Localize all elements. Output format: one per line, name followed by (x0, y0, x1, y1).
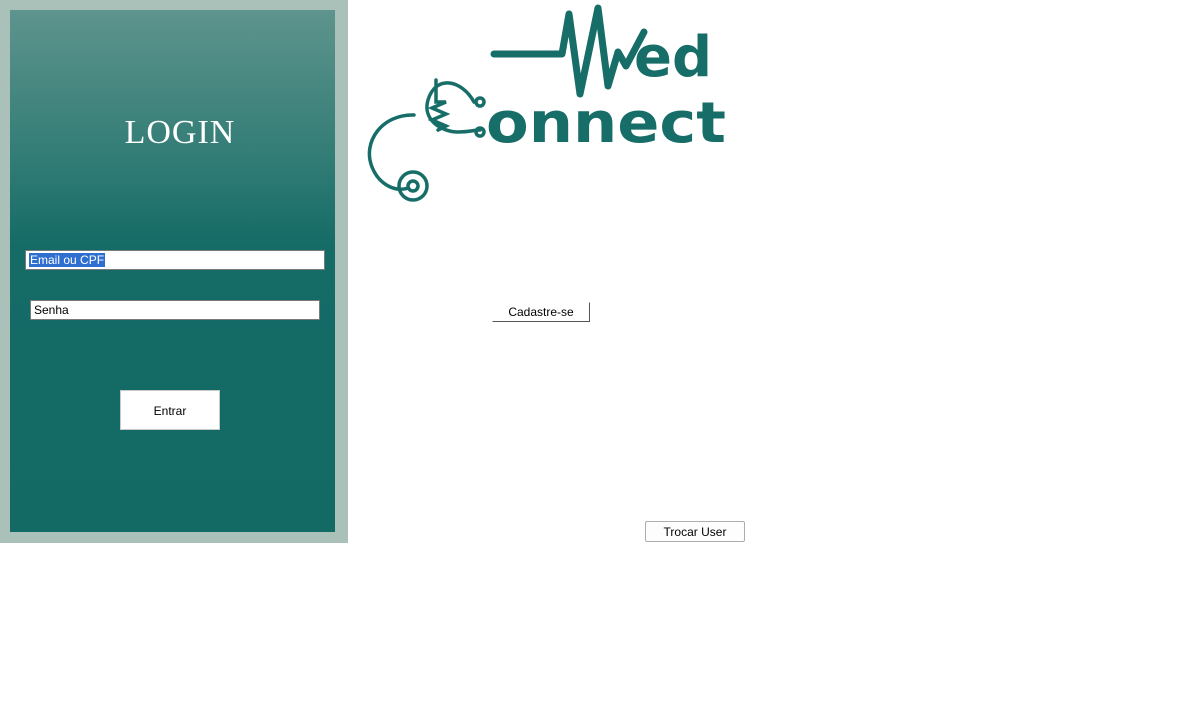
stethoscope-icon (367, 78, 486, 202)
login-button[interactable]: Entrar (120, 390, 220, 430)
logo-line2: onnect (486, 91, 726, 156)
password-field-value: Senha (34, 303, 69, 317)
login-panel-frame: LOGIN (0, 0, 348, 543)
register-button[interactable]: Cadastre-se (492, 302, 590, 322)
login-panel: LOGIN (10, 10, 335, 532)
switch-user-button[interactable]: Trocar User (645, 521, 745, 542)
email-field[interactable]: Email ou CPF (25, 250, 325, 270)
heartbeat-line-icon (490, 4, 648, 98)
logo-line1: ed (634, 25, 712, 90)
login-title: LOGIN (124, 114, 236, 151)
email-field-value: Email ou CPF (29, 253, 106, 267)
password-field[interactable]: Senha (30, 300, 320, 320)
medconnect-logo: ed onnect (367, 4, 726, 202)
